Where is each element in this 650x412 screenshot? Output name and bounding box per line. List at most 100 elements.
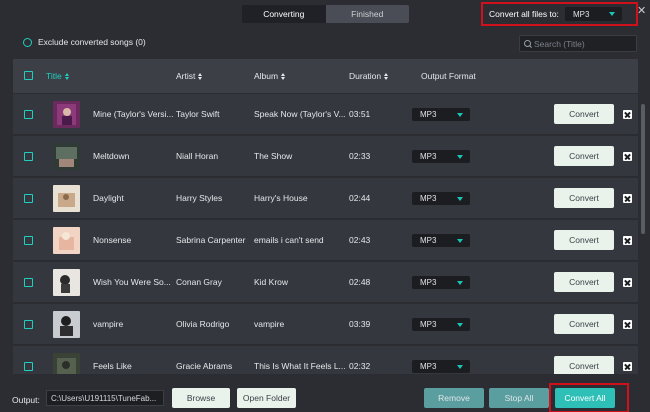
row-format-select[interactable]: MP3 (412, 234, 470, 247)
row-title: Wish You Were So... (93, 277, 171, 287)
radio-icon[interactable] (23, 37, 32, 47)
row-format-value: MP3 (420, 194, 437, 203)
row-checkbox[interactable] (24, 194, 33, 203)
row-checkbox[interactable] (24, 152, 33, 161)
global-format-value: MP3 (573, 9, 590, 19)
album-art (53, 311, 80, 338)
row-format-value: MP3 (420, 152, 437, 161)
delete-icon[interactable] (623, 320, 632, 329)
caret-down-icon (457, 280, 463, 285)
column-album-label: Album (254, 71, 279, 81)
sort-icon (384, 72, 389, 80)
row-format-select[interactable]: MP3 (412, 108, 470, 121)
open-folder-button[interactable]: Open Folder (237, 388, 296, 408)
row-duration: 02:33 (349, 151, 371, 161)
convert-button[interactable]: Convert (554, 188, 614, 208)
delete-icon[interactable] (623, 278, 632, 287)
row-format-select[interactable]: MP3 (412, 276, 470, 289)
row-artist: Niall Horan (176, 151, 219, 161)
table-row[interactable]: vampire Olivia Rodrigo vampire 03:39 MP3… (13, 304, 638, 345)
column-duration[interactable]: Duration (349, 71, 389, 81)
search-input[interactable]: Search (Title) (519, 35, 637, 52)
exclude-converted-toggle[interactable]: Exclude converted songs (0) (23, 37, 146, 47)
row-album: This Is What It Feels L... (254, 361, 346, 371)
convert-button[interactable]: Convert (554, 104, 614, 124)
select-all-checkbox[interactable] (24, 71, 33, 80)
row-title: Mine (Taylor's Versi... (93, 109, 174, 119)
row-checkbox[interactable] (24, 320, 33, 329)
row-duration: 02:44 (349, 193, 371, 203)
global-format-select[interactable]: MP3 (565, 7, 622, 21)
column-album[interactable]: Album (254, 71, 286, 81)
row-checkbox[interactable] (24, 110, 33, 119)
row-duration: 02:32 (349, 361, 371, 371)
tab-converting[interactable]: Converting (242, 5, 326, 23)
album-art (53, 143, 80, 170)
row-album: emails i can't send (254, 235, 324, 245)
table-row[interactable]: Mine (Taylor's Versi... Taylor Swift Spe… (13, 94, 638, 135)
row-format-value: MP3 (420, 320, 437, 329)
table-row[interactable]: Meltdown Niall Horan The Show 02:33 MP3 … (13, 136, 638, 177)
delete-icon[interactable] (623, 152, 632, 161)
delete-icon[interactable] (623, 110, 632, 119)
table-row[interactable]: Feels Like Gracie Abrams This Is What It… (13, 346, 638, 374)
row-title: Daylight (93, 193, 124, 203)
search-placeholder: Search (Title) (534, 38, 585, 49)
row-artist: Gracie Abrams (176, 361, 233, 371)
row-format-select[interactable]: MP3 (412, 360, 470, 373)
caret-down-icon (457, 154, 463, 159)
row-album: vampire (254, 319, 285, 329)
column-output-format-label: Output Format (421, 71, 476, 81)
row-artist: Taylor Swift (176, 109, 220, 119)
exclude-converted-label: Exclude converted songs (0) (38, 37, 146, 47)
caret-down-icon (609, 12, 615, 16)
row-format-value: MP3 (420, 278, 437, 287)
convert-button[interactable]: Convert (554, 230, 614, 250)
tab-finished[interactable]: Finished (325, 5, 409, 23)
row-title: vampire (93, 319, 124, 329)
column-title-label: Title (46, 71, 62, 81)
row-format-select[interactable]: MP3 (412, 318, 470, 331)
row-checkbox[interactable] (24, 362, 33, 371)
row-format-select[interactable]: MP3 (412, 150, 470, 163)
row-title: Feels Like (93, 361, 132, 371)
column-title[interactable]: Title (46, 71, 69, 81)
convert-button[interactable]: Convert (554, 146, 614, 166)
album-art (53, 353, 80, 374)
remove-button[interactable]: Remove (424, 388, 484, 408)
sort-icon (198, 72, 203, 80)
top-bar: Converting Finished Convert all files to… (0, 0, 650, 28)
delete-icon[interactable] (623, 236, 632, 245)
row-artist: Conan Gray (176, 277, 222, 287)
delete-icon[interactable] (623, 194, 632, 203)
column-artist[interactable]: Artist (176, 71, 203, 81)
row-format-value: MP3 (420, 236, 437, 245)
row-duration: 02:43 (349, 235, 371, 245)
row-duration: 03:51 (349, 109, 371, 119)
stop-all-button[interactable]: Stop All (489, 388, 549, 408)
table-row[interactable]: Nonsense Sabrina Carpenter emails i can'… (13, 220, 638, 261)
row-format-value: MP3 (420, 110, 437, 119)
vertical-scrollbar[interactable] (640, 94, 646, 374)
output-path-field[interactable]: C:\Users\U191115\TuneFab... (46, 390, 164, 406)
caret-down-icon (457, 364, 463, 369)
convert-button[interactable]: Convert (554, 356, 614, 374)
convert-all-button[interactable]: Convert All (555, 388, 615, 408)
output-label: Output: (12, 395, 40, 405)
browse-button[interactable]: Browse (172, 388, 230, 408)
table-row[interactable]: Daylight Harry Styles Harry's House 02:4… (13, 178, 638, 219)
convert-button[interactable]: Convert (554, 272, 614, 292)
row-format-select[interactable]: MP3 (412, 192, 470, 205)
delete-icon[interactable] (623, 362, 632, 371)
convert-all-files-to: Convert all files to: MP3 (481, 2, 638, 26)
row-checkbox[interactable] (24, 236, 33, 245)
row-title: Meltdown (93, 151, 130, 161)
row-checkbox[interactable] (24, 278, 33, 287)
caret-down-icon (457, 112, 463, 117)
scrollbar-thumb[interactable] (641, 104, 645, 234)
table-row[interactable]: Wish You Were So... Conan Gray Kid Krow … (13, 262, 638, 303)
convert-button[interactable]: Convert (554, 314, 614, 334)
row-duration: 02:48 (349, 277, 371, 287)
close-icon[interactable]: ✕ (637, 5, 646, 17)
row-duration: 03:39 (349, 319, 371, 329)
